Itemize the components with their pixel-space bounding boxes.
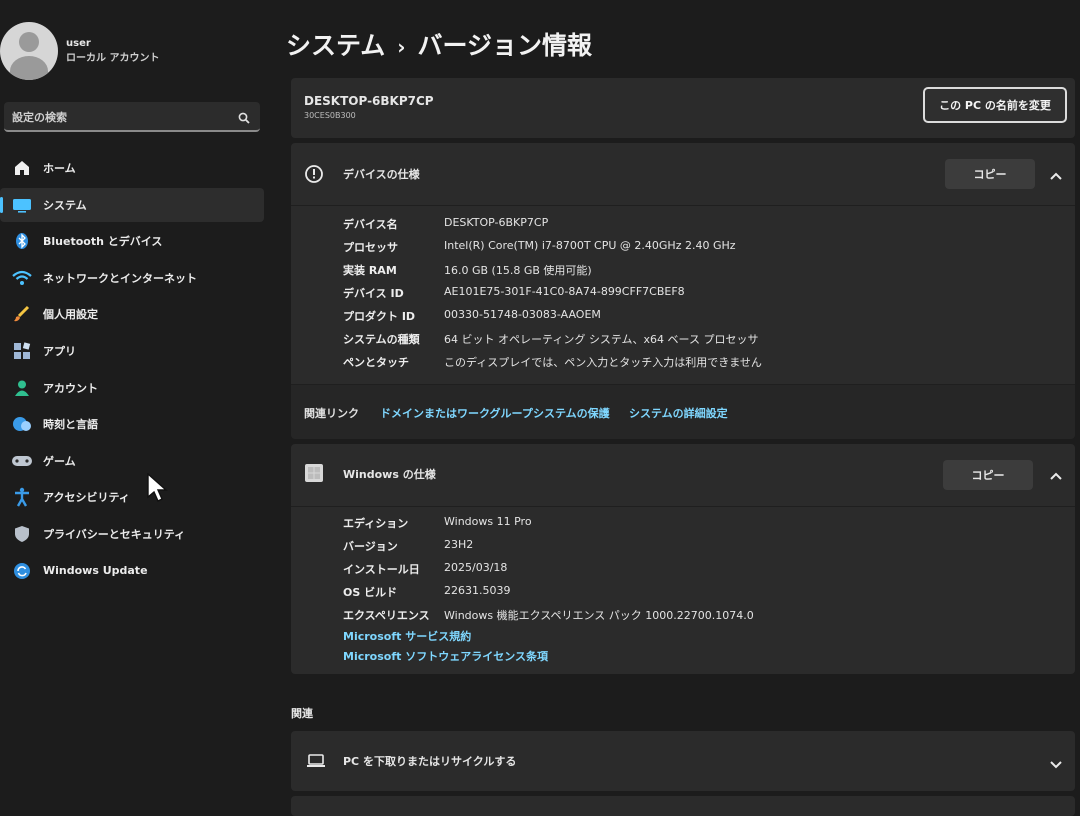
sidebar-item-system[interactable]: システム (0, 187, 264, 222)
shield-icon (11, 523, 33, 545)
sidebar-item-apps[interactable]: アプリ (0, 334, 264, 368)
spec-row: デバイス ID AE101E75-301F-41C0-8A74-899CFF7CB… (343, 285, 685, 300)
apps-icon (11, 340, 33, 362)
breadcrumb: システム › バージョン情報 (286, 26, 592, 62)
main-content: システム › バージョン情報 DESKTOP-6BKP7CP 30CES0B300 … (272, 0, 1080, 816)
system-protection-link[interactable]: システムの保護 (533, 405, 610, 421)
microsoft-services-agreement-link[interactable]: Microsoft サービス規約 (343, 628, 548, 648)
user-name: user (66, 38, 91, 49)
next-related-item[interactable] (291, 796, 1075, 816)
sidebar-item-windows-update[interactable]: Windows Update (0, 554, 264, 588)
page-title: バージョン情報 (417, 31, 593, 60)
sidebar-item-privacy[interactable]: プライバシーとセキュリティ (0, 517, 264, 551)
windows-specs-copy-button[interactable]: コピー (943, 460, 1033, 490)
sidebar-item-accounts[interactable]: アカウント (0, 371, 264, 405)
pc-name: DESKTOP-6BKP7CP (304, 94, 434, 108)
windows-specs-header[interactable]: Windows の仕様 コピー (291, 444, 1075, 507)
windows-specs-title: Windows の仕様 (343, 468, 436, 481)
spec-row: エクスペリエンス Windows 機能エクスペリエンス パック 1000.2270… (343, 609, 754, 622)
nav-list: ホーム システム Bluetooth とデバイス ネットワークとインターネット … (0, 151, 264, 590)
spec-row: ペンとタッチ このディスプレイでは、ペン入力とタッチ入力は利用できません (343, 356, 762, 369)
sidebar-item-accessibility[interactable]: アクセシビリティ (0, 480, 264, 514)
sidebar-item-gaming[interactable]: ゲーム (0, 444, 264, 478)
spec-row: プロダクト ID 00330-51748-03083-AAOEM (343, 308, 601, 323)
search-placeholder: 設定の検索 (12, 111, 67, 124)
spec-row: OS ビルド 22631.5039 (343, 584, 511, 599)
recycle-pc-item[interactable]: PC を下取りまたはリサイクルする (291, 731, 1075, 791)
avatar (0, 22, 58, 80)
pc-model: 30CES0B300 (304, 111, 356, 120)
accounts-icon (11, 377, 33, 399)
device-specs-header[interactable]: デバイスの仕様 コピー (291, 143, 1075, 206)
windows-specs-card: Windows の仕様 コピー エディション Windows 11 Pro バージ… (291, 444, 1075, 674)
sidebar: user ローカル アカウント 設定の検索 ホーム システム Bluetooth… (0, 0, 272, 811)
bluetooth-icon (11, 230, 33, 252)
wifi-icon (11, 267, 33, 289)
related-section-title: 関連 (291, 707, 313, 720)
advanced-system-settings-link[interactable]: システムの詳細設定 (629, 405, 728, 421)
chevron-up-icon[interactable] (1049, 466, 1063, 485)
account-type: ローカル アカウント (66, 53, 160, 64)
spec-row: エディション Windows 11 Pro (343, 515, 532, 530)
device-specs-title: デバイスの仕様 (343, 168, 420, 181)
spec-row: バージョン 23H2 (343, 538, 474, 553)
spec-row: プロセッサ Intel(R) Core(TM) i7-8700T CPU @ 2.… (343, 239, 736, 254)
user-profile[interactable]: user ローカル アカウント (0, 22, 159, 80)
device-specs-card: デバイスの仕様 コピー デバイス名 DESKTOP-6BKP7CP プロセッサ In… (291, 143, 1075, 439)
windows-icon (304, 463, 324, 487)
sidebar-item-time-language[interactable]: 時刻と言語 (0, 407, 264, 441)
chevron-up-icon[interactable] (1049, 166, 1063, 185)
gamepad-icon (11, 450, 33, 472)
device-specs-list: デバイス名 DESKTOP-6BKP7CP プロセッサ Intel(R) Core(… (343, 216, 762, 377)
spec-row: インストール日 2025/03/18 (343, 561, 508, 576)
windows-specs-list: エディション Windows 11 Pro バージョン 23H2 インストール日 20… (343, 515, 754, 630)
update-icon (11, 560, 33, 582)
sidebar-item-bluetooth[interactable]: Bluetooth とデバイス (0, 224, 264, 258)
search-icon[interactable] (238, 109, 250, 128)
sidebar-item-personalization[interactable]: 個人用設定 (0, 297, 264, 331)
info-icon (304, 164, 324, 188)
domain-workgroup-link[interactable]: ドメインまたはワークグループ (380, 405, 533, 421)
related-links-bar: 関連リンク ドメインまたはワークグループ システムの保護 システムの詳細設定 (291, 384, 1075, 439)
breadcrumb-parent[interactable]: システム (286, 31, 385, 60)
chevron-down-icon[interactable] (1049, 755, 1063, 774)
microsoft-license-terms-link[interactable]: Microsoft ソフトウェアライセンス条項 (343, 648, 548, 668)
pc-name-card: DESKTOP-6BKP7CP 30CES0B300 この PC の名前を変更 (291, 78, 1075, 138)
system-icon (11, 194, 33, 216)
rename-pc-button[interactable]: この PC の名前を変更 (923, 87, 1067, 123)
sidebar-item-home[interactable]: ホーム (0, 151, 264, 185)
breadcrumb-separator: › (397, 35, 406, 59)
search-input[interactable]: 設定の検索 (4, 102, 260, 132)
spec-row: デバイス名 DESKTOP-6BKP7CP (343, 216, 549, 231)
device-specs-copy-button[interactable]: コピー (945, 159, 1035, 189)
spec-row: 実装 RAM 16.0 GB (15.8 GB 使用可能) (343, 264, 592, 277)
mouse-cursor-icon (146, 472, 168, 507)
related-links-label: 関連リンク (304, 407, 359, 420)
brush-icon (11, 303, 33, 325)
spec-row: システムの種類 64 ビット オペレーティング システム、x64 ベース プロセッ… (343, 333, 759, 346)
sidebar-item-network[interactable]: ネットワークとインターネット (0, 261, 264, 295)
accessibility-icon (11, 486, 33, 508)
home-icon (11, 157, 33, 179)
recycle-pc-label: PC を下取りまたはリサイクルする (343, 755, 517, 768)
windows-links: Microsoft サービス規約 Microsoft ソフトウェアライセンス条項 (343, 628, 548, 668)
laptop-icon (306, 753, 326, 772)
globe-icon (11, 413, 33, 435)
